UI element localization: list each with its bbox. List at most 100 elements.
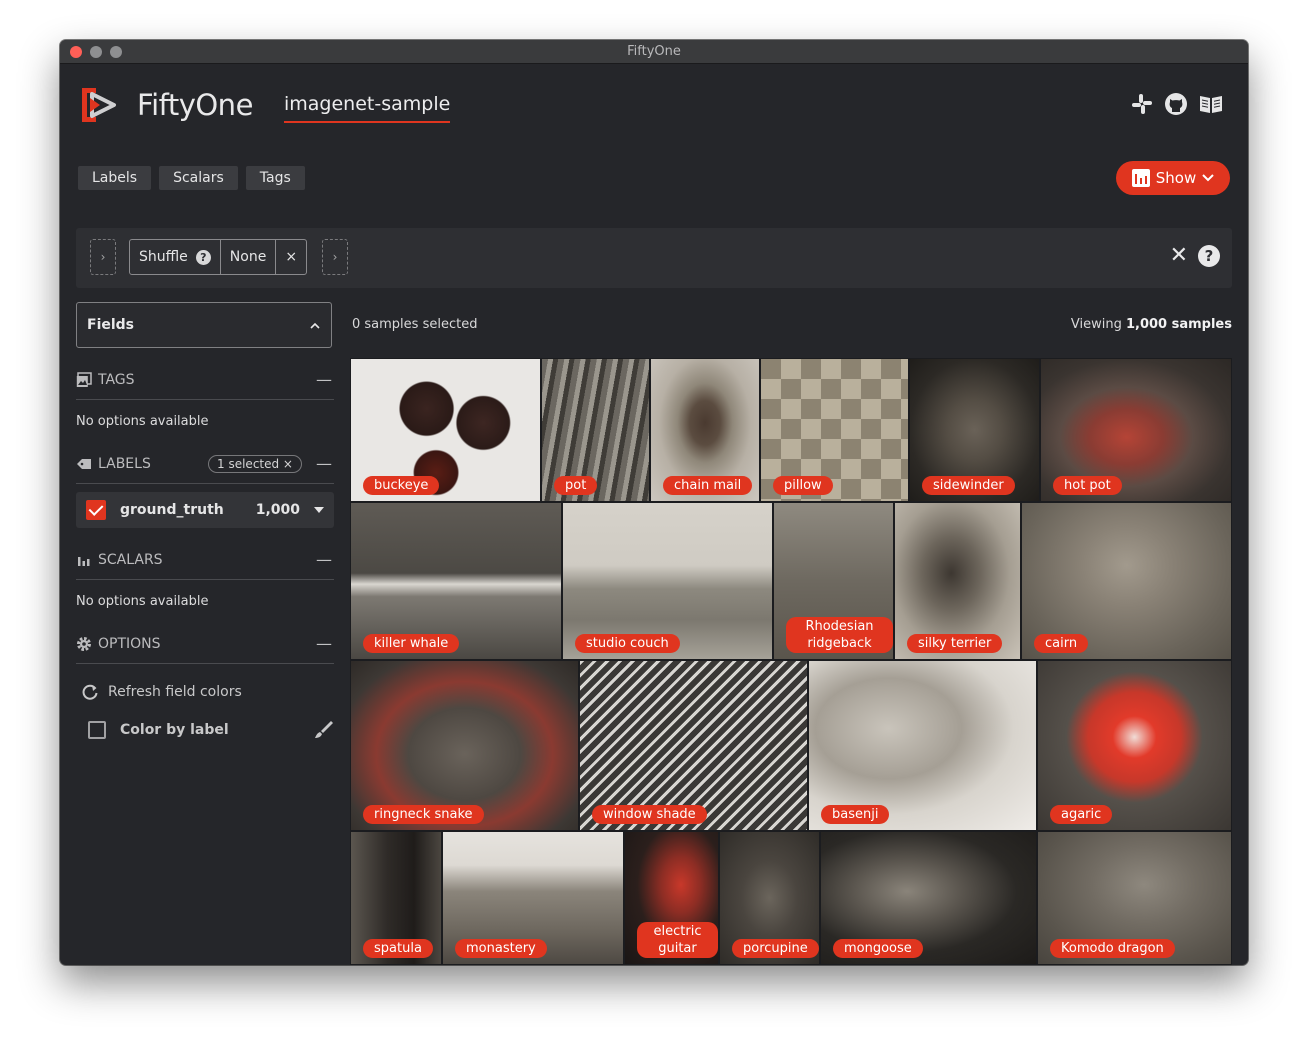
label-field-name: ground_truth [120,502,224,518]
sample-tile[interactable]: studio couch [562,502,773,660]
tile-label: basenji [821,805,890,824]
window-title: FiftyOne [627,44,681,59]
collapse-options-icon[interactable]: — [316,634,334,653]
refresh-icon [82,684,98,700]
color-by-label-row[interactable]: Color by label [76,712,334,748]
tile-label: agaric [1050,805,1113,824]
dataset-selector[interactable]: imagenet-sample [284,93,451,123]
tile-label: studio couch [575,634,680,653]
tab-tags[interactable]: Tags [245,166,305,190]
bar-chart-icon [78,556,90,566]
sample-tile[interactable]: Komodo dragon [1037,831,1232,965]
stage-seed-value[interactable]: None [219,240,276,274]
tile-label: Rhodesian ridgeback [786,617,893,653]
view-bar: › Shuffle ? None × › ✕ ? [76,228,1232,288]
paint-brush-icon[interactable] [312,719,334,741]
collapse-scalars-icon[interactable]: — [316,550,334,569]
fields-sidebar: Fields TAGS — No options available LABEL… [76,302,334,748]
title-bar: FiftyOne [60,40,1248,64]
sample-tile[interactable]: electric guitar [624,831,719,965]
viewing-count: Viewing 1,000 samples [1071,317,1232,332]
tile-label: pillow [773,476,833,495]
tile-label: monastery [455,939,547,958]
sample-tile[interactable]: killer whale [350,502,562,660]
slack-icon[interactable] [1130,92,1154,116]
tile-label: buckeye [363,476,440,495]
sample-tile[interactable]: chain mail [650,358,760,502]
selection-count: 0 samples selected [352,317,478,332]
tags-section-header[interactable]: TAGS — [76,360,334,400]
tile-label: electric guitar [637,922,718,958]
tile-label: pot [554,476,598,495]
fields-dropdown[interactable]: Fields [76,302,332,348]
sidebar-tabs: Labels Scalars Tags [78,166,305,190]
tile-label: mongoose [833,939,923,958]
show-plots-button[interactable]: Show [1116,161,1230,195]
expand-field-icon[interactable] [314,507,324,513]
label-field-count: 1,000 [255,502,300,518]
docs-book-icon[interactable] [1198,92,1222,116]
tile-label: spatula [363,939,433,958]
viewing-number: 1,000 samples [1125,317,1232,332]
tile-label: porcupine [732,939,819,958]
tile-label: cairn [1034,634,1089,653]
fields-title: Fields [87,317,135,333]
stage-remove-button[interactable]: × [275,240,306,274]
sample-tile[interactable]: agaric [1037,660,1232,831]
github-icon[interactable] [1164,92,1188,116]
bar-chart-icon [1131,169,1150,187]
refresh-colors-button[interactable]: Refresh field colors [76,674,334,710]
fiftyone-logo-icon[interactable] [76,84,120,126]
labels-section-header[interactable]: LABELS 1 selected × — [76,444,334,484]
add-stage-right-button[interactable]: › [322,239,348,275]
view-help-icon[interactable]: ? [1198,245,1220,267]
sample-tile[interactable]: sidewinder [909,358,1040,502]
ground-truth-checkbox[interactable] [86,500,106,520]
tab-scalars[interactable]: Scalars [159,166,238,190]
sample-tile[interactable]: window shade [579,660,808,831]
tile-label: sidewinder [922,476,1015,495]
label-field-row[interactable]: ground_truth 1,000 [76,492,334,528]
sample-tile[interactable]: mongoose [820,831,1037,965]
add-stage-left-button[interactable]: › [90,239,116,275]
tab-labels[interactable]: Labels [78,166,152,190]
sample-tile[interactable]: buckeye [350,358,541,502]
image-tags-icon [76,371,92,387]
sample-tile[interactable]: ringneck snake [350,660,579,831]
stage-name-label: Shuffle [139,249,188,265]
shuffle-stage[interactable]: Shuffle ? None × [129,239,308,275]
sample-tile[interactable]: hot pot [1040,358,1232,502]
sample-tile[interactable]: monastery [442,831,624,965]
tags-section-title: TAGS [98,371,135,388]
options-section-title: OPTIONS [98,635,161,652]
scalars-section-title: SCALARS [98,551,163,568]
clear-view-icon[interactable]: ✕ [1170,245,1188,267]
sample-tile[interactable]: cairn [1021,502,1232,660]
tile-label: Komodo dragon [1050,939,1175,958]
collapse-labels-icon[interactable]: — [316,454,334,473]
labels-selected-pill[interactable]: 1 selected × [208,454,302,473]
sample-tile[interactable]: silky terrier [894,502,1021,660]
tags-empty-message: No options available [76,414,209,429]
scalars-empty-message: No options available [76,594,209,609]
brand-name: FiftyOne [137,88,253,122]
tile-label: hot pot [1053,476,1122,495]
sample-tile[interactable]: porcupine [719,831,820,965]
scalars-section-header[interactable]: SCALARS — [76,540,334,580]
chevron-down-icon [1202,174,1214,182]
stage-name[interactable]: Shuffle ? [130,240,220,274]
color-by-label-text: Color by label [120,722,229,738]
stage-help-icon[interactable]: ? [195,249,211,265]
tile-label: silky terrier [907,634,1003,653]
sample-tile[interactable]: pot [541,358,650,502]
sample-tile[interactable]: basenji [808,660,1037,831]
collapse-tags-icon[interactable]: — [316,370,334,389]
tile-label: chain mail [663,476,753,495]
sample-tile[interactable]: spatula [350,831,442,965]
sample-tile[interactable]: Rhodesian ridgeback [773,502,894,660]
options-section-header[interactable]: OPTIONS — [76,624,334,664]
gear-icon [77,636,91,651]
color-by-label-checkbox[interactable] [88,721,106,739]
tile-label: killer whale [363,634,460,653]
sample-tile[interactable]: pillow [760,358,909,502]
